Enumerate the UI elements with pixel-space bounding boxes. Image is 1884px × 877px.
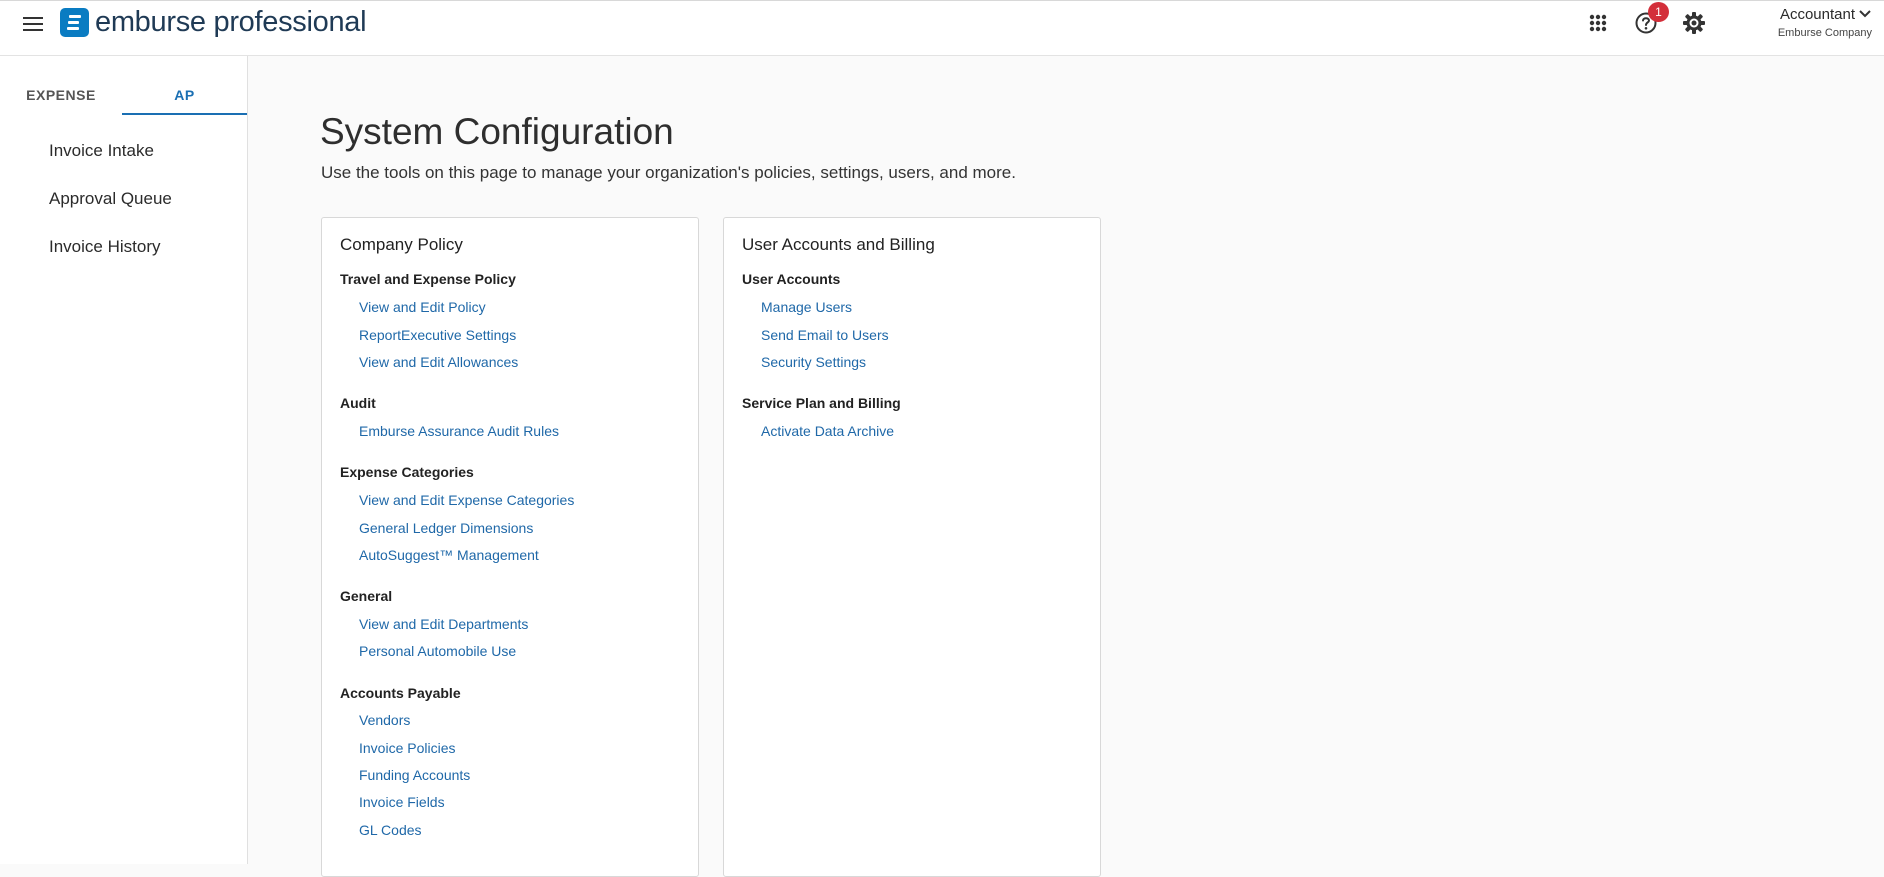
tab-ap[interactable]: AP bbox=[122, 82, 247, 115]
sidebar-item-invoice-history[interactable]: Invoice History bbox=[49, 237, 160, 257]
section-travel-expense-policy: Travel and Expense Policy bbox=[340, 271, 516, 287]
sidebar: EXPENSE AP Invoice Intake Approval Queue… bbox=[0, 56, 248, 864]
page-subtitle: Use the tools on this page to manage you… bbox=[321, 163, 1016, 182]
account-menu[interactable]: Accountant Emburse Company bbox=[1778, 6, 1872, 39]
sidebar-item-invoice-intake[interactable]: Invoice Intake bbox=[49, 141, 154, 161]
chevron-down-icon bbox=[1858, 6, 1872, 24]
section-expense-categories: Expense Categories bbox=[340, 464, 474, 480]
link-manage-users[interactable]: Manage Users bbox=[761, 299, 852, 315]
logo-text: emburse professional bbox=[95, 6, 367, 38]
link-view-edit-departments[interactable]: View and Edit Departments bbox=[359, 616, 528, 632]
link-activate-data-archive[interactable]: Activate Data Archive bbox=[761, 423, 894, 439]
top-header: emburse professional 1 Accountant Emburs… bbox=[0, 0, 1884, 56]
emburse-logo[interactable]: emburse professional bbox=[60, 6, 367, 38]
tab-expense[interactable]: EXPENSE bbox=[0, 82, 122, 114]
section-general: General bbox=[340, 588, 393, 604]
link-security-settings[interactable]: Security Settings bbox=[761, 354, 866, 370]
card-title: User Accounts and Billing bbox=[742, 235, 935, 254]
company-policy-card: Company Policy Travel and Expense Policy… bbox=[321, 217, 699, 877]
section-user-accounts: User Accounts bbox=[742, 271, 841, 287]
link-vendors[interactable]: Vendors bbox=[359, 712, 410, 728]
card-title: Company Policy bbox=[340, 235, 463, 254]
link-send-email-to-users[interactable]: Send Email to Users bbox=[761, 327, 889, 343]
sidebar-tabs: EXPENSE AP bbox=[0, 82, 247, 115]
settings-gear-icon[interactable] bbox=[1681, 10, 1707, 36]
link-view-edit-policy[interactable]: View and Edit Policy bbox=[359, 299, 486, 315]
link-invoice-fields[interactable]: Invoice Fields bbox=[359, 794, 445, 810]
account-name: Accountant bbox=[1779, 6, 1855, 24]
link-reportexecutive-settings[interactable]: ReportExecutive Settings bbox=[359, 327, 516, 343]
link-funding-accounts[interactable]: Funding Accounts bbox=[359, 767, 470, 783]
notification-badge[interactable]: 1 bbox=[1648, 2, 1669, 22]
link-view-edit-allowances[interactable]: View and Edit Allowances bbox=[359, 354, 518, 370]
account-company: Emburse Company bbox=[1777, 27, 1872, 40]
sidebar-item-approval-queue[interactable]: Approval Queue bbox=[49, 189, 172, 209]
user-accounts-billing-card: User Accounts and Billing User Accounts … bbox=[723, 217, 1101, 877]
section-service-plan-billing: Service Plan and Billing bbox=[742, 395, 901, 411]
link-general-ledger-dimensions[interactable]: General Ledger Dimensions bbox=[359, 520, 533, 536]
link-personal-automobile-use[interactable]: Personal Automobile Use bbox=[359, 643, 516, 659]
link-autosuggest-management[interactable]: AutoSuggest™ Management bbox=[359, 547, 539, 563]
emburse-logo-mark bbox=[60, 7, 89, 37]
apps-grid-icon[interactable] bbox=[1585, 10, 1611, 36]
link-invoice-policies[interactable]: Invoice Policies bbox=[359, 740, 456, 756]
section-audit: Audit bbox=[340, 395, 376, 411]
section-accounts-payable: Accounts Payable bbox=[340, 685, 461, 701]
link-emburse-assurance-audit-rules[interactable]: Emburse Assurance Audit Rules bbox=[359, 423, 559, 439]
link-view-edit-expense-categories[interactable]: View and Edit Expense Categories bbox=[359, 492, 574, 508]
page-title: System Configuration bbox=[320, 111, 674, 152]
link-gl-codes[interactable]: GL Codes bbox=[359, 822, 422, 838]
menu-icon[interactable] bbox=[20, 12, 46, 36]
